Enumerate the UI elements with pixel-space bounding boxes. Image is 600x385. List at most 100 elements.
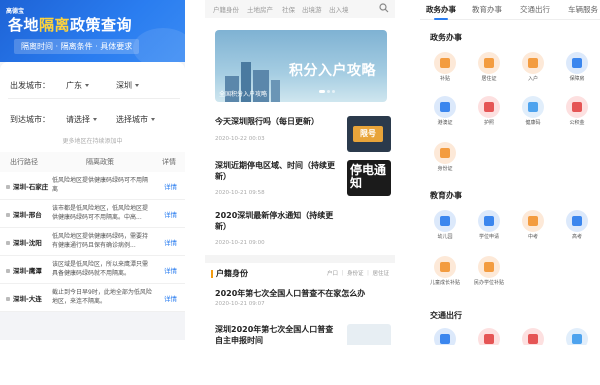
policy-table: 深圳-石家庄 低风险地区提供健康码绿码可不用隔离 详情 深圳-邢台 该市都是低风… [0,172,185,312]
section-title-text: 户籍身份 [216,269,248,278]
nav-item[interactable]: 社保 [282,4,295,14]
house-icon [478,256,500,278]
column-header: 出行路径 [10,158,38,166]
arrival-city-select[interactable]: 选择城市 [116,114,155,125]
table-row[interactable]: 深圳-鹰潭 该区域是低风险区，所以来鹰潭只需具备健康码绿码就不用隔离。 详情 [0,256,185,284]
promo-banner[interactable]: 积分入户攻略 全国积分入户攻略 [215,30,387,102]
service-transport[interactable] [516,328,550,345]
news-item[interactable]: 2020深圳最新停水通知（持续更新） 2020-10-21 09:00 [215,210,391,260]
news-title: 今天深圳限行吗（每日更新） [215,117,319,126]
table-row[interactable]: 深圳-石家庄 低风险地区提供健康码绿码可不用隔离 详情 [0,172,185,200]
route-text: 深圳-邢台 [13,211,42,219]
pass-icon [434,96,456,118]
thumbnail-text: 限号 [353,126,383,142]
service-transport[interactable] [472,328,506,345]
news-item[interactable]: 深圳2020年第七次全国人口普查自主申报时间 [215,324,391,345]
service-housing-fund[interactable]: 公积金 [560,96,594,126]
departure-province-select[interactable]: 广东 [66,80,89,91]
news-date: 2020-10-22 00:03 [215,136,265,142]
service-label: 入户 [527,76,538,82]
layers-icon [522,210,544,232]
section-gap [205,255,395,263]
service-id-card[interactable]: 身份证 [428,142,462,172]
service-passport[interactable]: 护照 [472,96,506,126]
route-text: 深圳-沈阳 [13,239,42,247]
wallet-icon [566,96,588,118]
policy-header: 高德宝 各地隔离政策查询 隔离时间 · 隔离条件 · 具体要求 [0,0,185,62]
service-label: 居住证 [481,76,497,82]
nav-item[interactable]: 出境游 [302,4,322,14]
service-private-school-subsidy[interactable]: 民办学位补贴 [472,256,506,286]
news-item[interactable]: 今天深圳限行吗（每日更新） 2020-10-22 00:03 限号 [215,116,391,166]
banner-title: 积分入户攻略 [289,63,376,79]
service-hk-macau-pass[interactable]: 港澳证 [428,96,462,126]
title-highlight: 隔离 [39,16,71,34]
id-card-icon [478,52,500,74]
arrival-province-select[interactable]: 请选择 [66,114,97,125]
bullet-icon [6,297,10,301]
service-gaokao[interactable]: 高考 [560,210,594,240]
nav-item[interactable]: 土地房产 [247,4,273,14]
search-icon[interactable] [379,3,389,13]
details-link[interactable]: 详情 [164,181,177,191]
service-health-code[interactable]: 健康码 [516,96,550,126]
tab-government[interactable]: 政务办事 [426,4,456,20]
details-link[interactable]: 详情 [164,209,177,219]
service-label: 健康码 [525,120,541,126]
tab-vehicle[interactable]: 车辆服务 [568,4,598,15]
route-cell: 深圳-大连 [6,293,42,303]
table-row[interactable]: 深圳-沈阳 低风险地区提供健康码绿码，需要持有健康通行码且保有确诊病例... 详… [0,228,185,256]
service-public-housing[interactable]: 保障房 [560,52,594,82]
details-link[interactable]: 详情 [164,293,177,303]
screenshot-collage: 高德宝 各地隔离政策查询 隔离时间 · 隔离条件 · 具体要求 出发城市： 广东… [0,0,600,385]
services-panel: 政务办事 教育办事 交通出行 车辆服务 政务办事 补贴 居住证 入户 保障房 港… [420,0,600,345]
accent-bar [211,269,213,278]
banner-caption: 全国积分入户攻略 [219,91,268,98]
details-link[interactable]: 详情 [164,237,177,247]
nav-item[interactable]: 出入境 [329,4,349,14]
title-part2: 政策查询 [70,16,133,34]
service-label: 高考 [571,234,582,240]
table-row[interactable]: 深圳-邢台 该市都是低风险地区，低风险地区提供健康码绿码可不用隔离。中高... … [0,200,185,228]
shield-icon [522,96,544,118]
transport-icon [566,328,588,345]
title-part1: 各地 [8,16,40,34]
chevron-down-icon [151,118,155,121]
nav-item[interactable]: 户籍身份 [213,4,239,14]
chevron-down-icon [93,118,97,121]
service-school-place[interactable]: 学位申请 [472,210,506,240]
route-cell: 深圳-石家庄 [6,181,48,191]
policy-cell: 低风险地区提供健康码绿码可不用隔离 [52,177,149,193]
service-label: 民办学位补贴 [473,280,504,286]
section-tabs[interactable]: 户口 ｜ 身份证 ｜ 居住证 [327,269,389,277]
transport-icon [478,328,500,345]
service-household-registration[interactable]: 入户 [516,52,550,82]
airplane-icon [478,96,500,118]
service-residence-permit[interactable]: 居住证 [472,52,506,82]
service-zhongkao[interactable]: 中考 [516,210,550,240]
news-item[interactable]: 深圳近期停电区域、时间（持续更新） 2020-10-21 09:58 停电通知 [215,160,391,210]
details-link[interactable]: 详情 [164,265,177,275]
bullet-icon [6,185,10,189]
bullet-icon [6,269,10,273]
service-subsidy[interactable]: 补贴 [428,52,462,82]
service-transport[interactable] [428,328,462,345]
service-transport[interactable] [560,328,594,345]
arrival-label: 到达城市： [10,115,50,124]
service-label: 公积金 [569,120,585,126]
tab-transport[interactable]: 交通出行 [520,4,550,15]
divider [8,98,180,99]
departure-city-select[interactable]: 深圳 [116,80,139,91]
table-row[interactable]: 深圳-大连 截止到今日早9时，此地全部为低风险地区，来连不隔离。 详情 [0,284,185,312]
service-kindergarten[interactable]: 幼儿园 [428,210,462,240]
route-cell: 深圳-邢台 [6,209,42,219]
news-thumbnail: 停电通知 [347,160,391,196]
tab-education[interactable]: 教育办事 [472,4,502,15]
service-child-subsidy[interactable]: 儿童成长补贴 [428,256,462,286]
category-nav: 户籍身份 土地房产 社保 出境游 出入境 [205,0,395,18]
transport-icon [522,328,544,345]
arrival-city-value: 选择城市 [116,115,148,124]
id-card-icon [434,142,456,164]
page-subtitle: 隔离时间 · 隔离条件 · 具体要求 [14,39,140,54]
section-title: 交通出行 [430,311,462,320]
